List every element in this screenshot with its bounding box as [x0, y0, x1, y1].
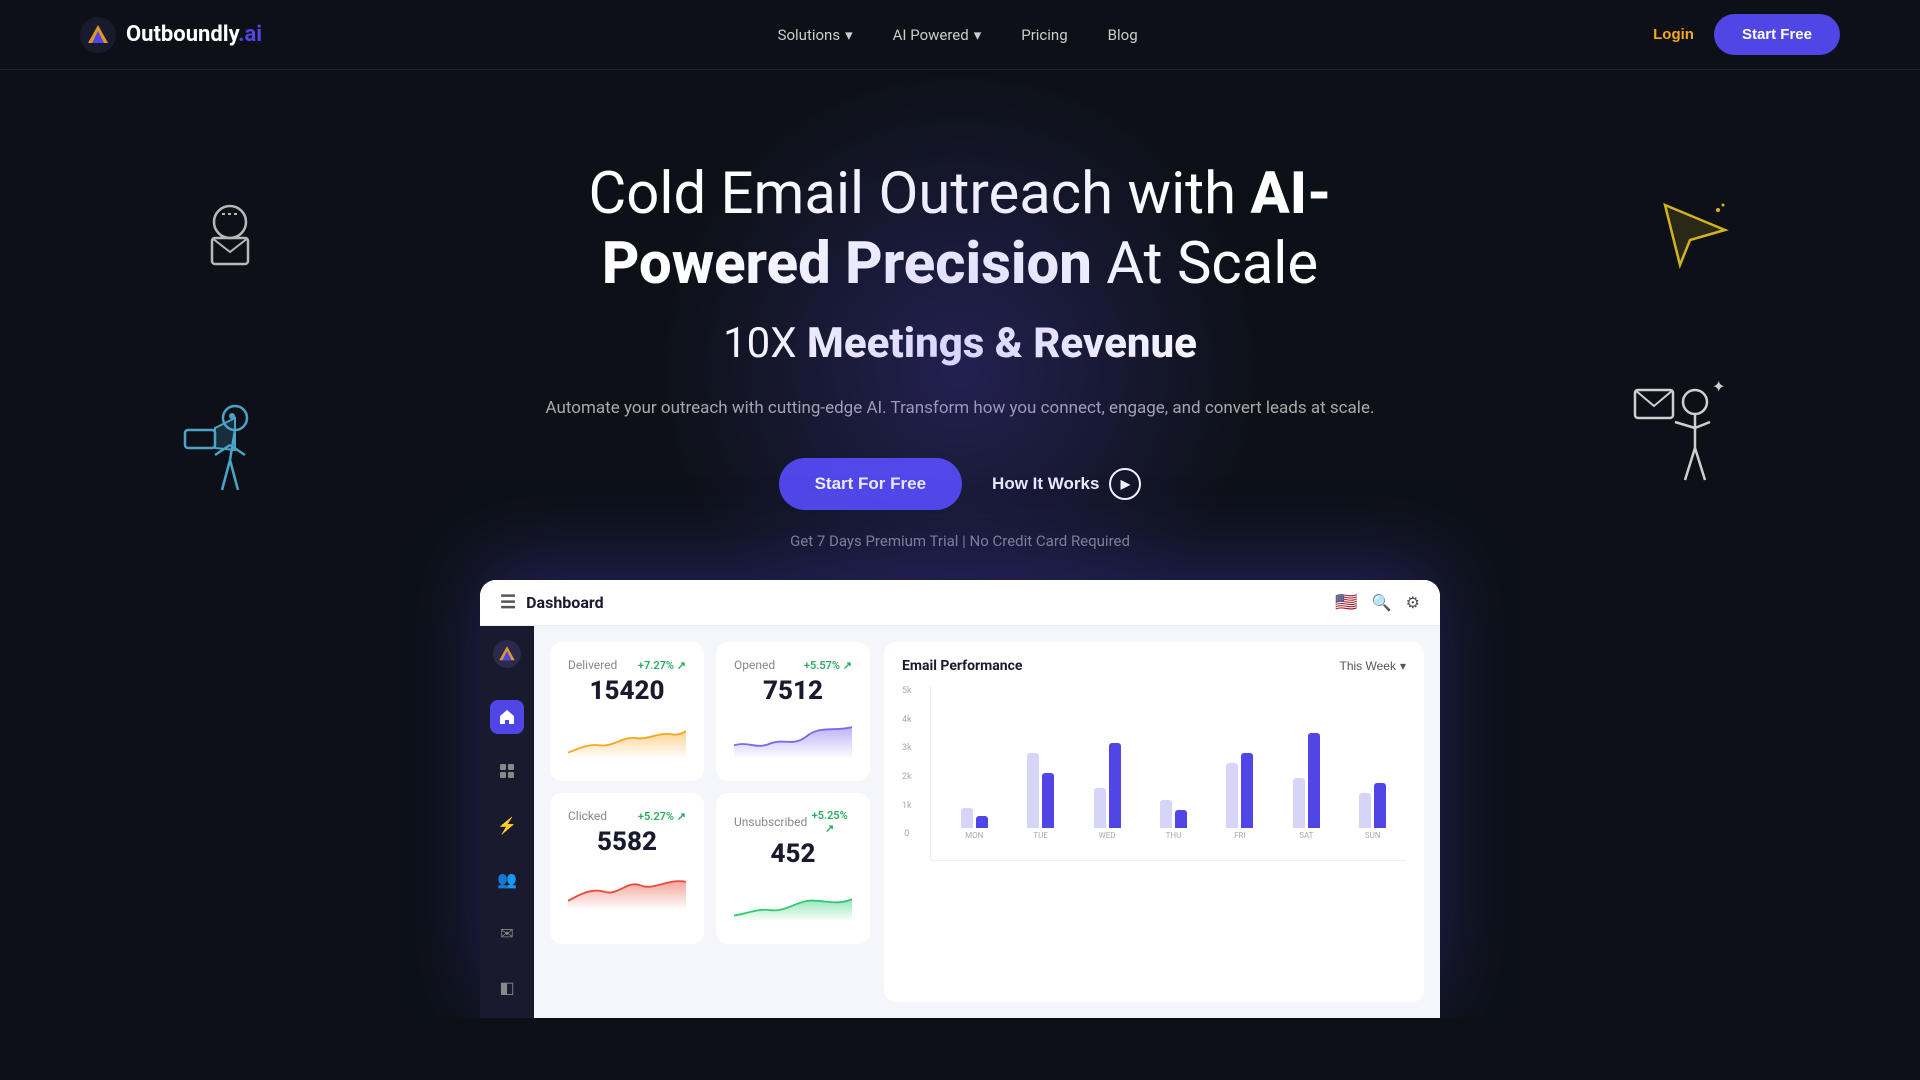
hamburger-icon[interactable]: ☰ [500, 592, 516, 613]
paper-plane-deco-icon [1660, 200, 1730, 283]
hero-description: Automate your outreach with cutting-edge… [20, 398, 1900, 418]
bar-group-thu: THU [1160, 800, 1187, 840]
unsub-sparkline [734, 879, 852, 924]
stat-clicked-change: +5.27% ↗ [638, 810, 686, 823]
dashboard-main: Delivered +7.27% ↗ 15420 [534, 626, 1440, 1018]
settings-icon[interactable]: ⚙ [1406, 593, 1420, 612]
stat-clicked-label: Clicked [568, 809, 607, 823]
hero-title: Cold Email Outreach with AI-Powered Prec… [510, 160, 1410, 299]
bar-dark [1374, 783, 1386, 828]
nav-item-blog[interactable]: Blog [1108, 26, 1138, 44]
stat-card-opened: Opened +5.57% ↗ 7512 [716, 642, 870, 781]
stat-opened-change: +5.57% ↗ [804, 659, 852, 672]
stat-unsub-value: 452 [734, 839, 852, 869]
bar-chart-container: 5k 4k 3k 2k 1k 0 [902, 686, 1406, 886]
svg-text:✦: ✦ [1712, 380, 1725, 396]
sidebar-item-grid[interactable] [490, 754, 524, 788]
nav-right: Login Start Free [1653, 14, 1840, 55]
chevron-icon: ▾ [974, 26, 982, 44]
bar-dark [1109, 743, 1121, 828]
logo[interactable]: Outboundly.ai [80, 17, 262, 53]
dashboard-body: ⚡ 👥 ✉ ◧ Delivered +7.27% ↗ [480, 626, 1440, 1018]
bar-light [1359, 793, 1371, 828]
email-deco-left-icon [200, 200, 270, 283]
stat-card-unsubscribed: Unsubscribed +5.25% ↗ 452 [716, 793, 870, 944]
stat-opened-label: Opened [734, 658, 775, 672]
sidebar-item-home[interactable] [490, 700, 524, 734]
how-it-works-button[interactable]: How It Works ▶ [992, 468, 1141, 500]
bar-dark [1308, 733, 1320, 828]
dashboard-sidebar: ⚡ 👥 ✉ ◧ [480, 626, 534, 1018]
bar-dark [1042, 773, 1054, 828]
delivered-sparkline [568, 716, 686, 761]
bar-group-wed: WED [1094, 743, 1121, 840]
trial-text: Get 7 Days Premium Trial | No Credit Car… [20, 532, 1900, 550]
dashboard-preview: ☰ Dashboard 🇺🇸 🔍 ⚙ [480, 580, 1440, 1018]
clicked-sparkline [568, 867, 686, 912]
sidebar-logo [493, 640, 521, 672]
bar-dark [1241, 753, 1253, 828]
bar-group-fri: FRI [1226, 753, 1253, 840]
bar-group-sat: SAT [1293, 733, 1320, 840]
start-for-free-button[interactable]: Start For Free [779, 458, 962, 510]
logo-text: Outboundly.ai [126, 22, 262, 47]
navbar: Outboundly.ai Solutions ▾ AI Powered ▾ P… [0, 0, 1920, 70]
dashboard-header-right: 🇺🇸 🔍 ⚙ [1335, 592, 1420, 613]
stat-unsub-label: Unsubscribed [734, 815, 807, 829]
stat-card-clicked: Clicked +5.27% ↗ 5582 [550, 793, 704, 944]
dashboard-header: ☰ Dashboard 🇺🇸 🔍 ⚙ [480, 580, 1440, 626]
bar-light [1094, 788, 1106, 828]
bar-light [1027, 753, 1039, 828]
bar-light [961, 808, 973, 828]
stats-row-2: Clicked +5.27% ↗ 5582 [550, 793, 870, 944]
hero-subtitle: 10X Meetings & Revenue [20, 319, 1900, 368]
bar-light [1293, 778, 1305, 828]
hero-section: ✦ Cold Email Outreach with AI-Powered Pr… [0, 70, 1920, 1018]
chevron-icon: ▾ [845, 26, 853, 44]
sidebar-item-layers[interactable]: ◧ [490, 970, 524, 1004]
dashboard-title-area: ☰ Dashboard [500, 592, 604, 613]
stats-row-1: Delivered +7.27% ↗ 15420 [550, 642, 870, 781]
y-axis: 5k 4k 3k 2k 1k 0 [902, 686, 912, 861]
bar-dark [1175, 810, 1187, 828]
stat-unsub-change: +5.25% ↗ [807, 809, 852, 835]
perf-card-header: Email Performance This Week ▾ [902, 658, 1406, 674]
stat-opened-value: 7512 [734, 676, 852, 706]
stat-delivered-value: 15420 [568, 676, 686, 706]
nav-item-solutions[interactable]: Solutions ▾ [778, 26, 853, 44]
opened-sparkline [734, 716, 852, 761]
nav-links: Solutions ▾ AI Powered ▾ Pricing Blog [778, 26, 1138, 44]
nav-item-pricing[interactable]: Pricing [1021, 26, 1067, 44]
bar-light [1160, 800, 1172, 828]
flag-icon: 🇺🇸 [1335, 592, 1357, 613]
bar-group-sun: SUN [1359, 783, 1386, 840]
play-icon: ▶ [1109, 468, 1141, 500]
bar-light [1226, 763, 1238, 828]
bar-chart-bars: MON TUE [930, 686, 1406, 861]
bar-dark [976, 816, 988, 828]
sidebar-item-mail[interactable]: ✉ [490, 916, 524, 950]
stat-delivered-change: +7.27% ↗ [638, 659, 686, 672]
stat-delivered-label: Delivered [568, 658, 617, 672]
login-button[interactable]: Login [1653, 26, 1694, 43]
start-free-button[interactable]: Start Free [1714, 14, 1840, 55]
bar-group-tue: TUE [1027, 753, 1054, 840]
stats-column: Delivered +7.27% ↗ 15420 [550, 642, 870, 1002]
sidebar-item-lightning[interactable]: ⚡ [490, 808, 524, 842]
hero-buttons: Start For Free How It Works ▶ [20, 458, 1900, 510]
dashboard-title: Dashboard [526, 593, 603, 612]
nav-item-ai-powered[interactable]: AI Powered ▾ [893, 26, 982, 44]
search-icon[interactable]: 🔍 [1372, 593, 1392, 612]
person-deco-left-icon [180, 400, 270, 525]
person-deco-right-icon: ✦ [1630, 380, 1730, 505]
stat-clicked-value: 5582 [568, 827, 686, 857]
sidebar-item-users[interactable]: 👥 [490, 862, 524, 896]
perf-title: Email Performance [902, 658, 1023, 674]
bar-group-mon: MON [961, 808, 988, 840]
email-performance-card: Email Performance This Week ▾ 5k 4k 3k 2… [884, 642, 1424, 1002]
this-week-button[interactable]: This Week ▾ [1340, 659, 1407, 673]
stat-card-delivered: Delivered +7.27% ↗ 15420 [550, 642, 704, 781]
